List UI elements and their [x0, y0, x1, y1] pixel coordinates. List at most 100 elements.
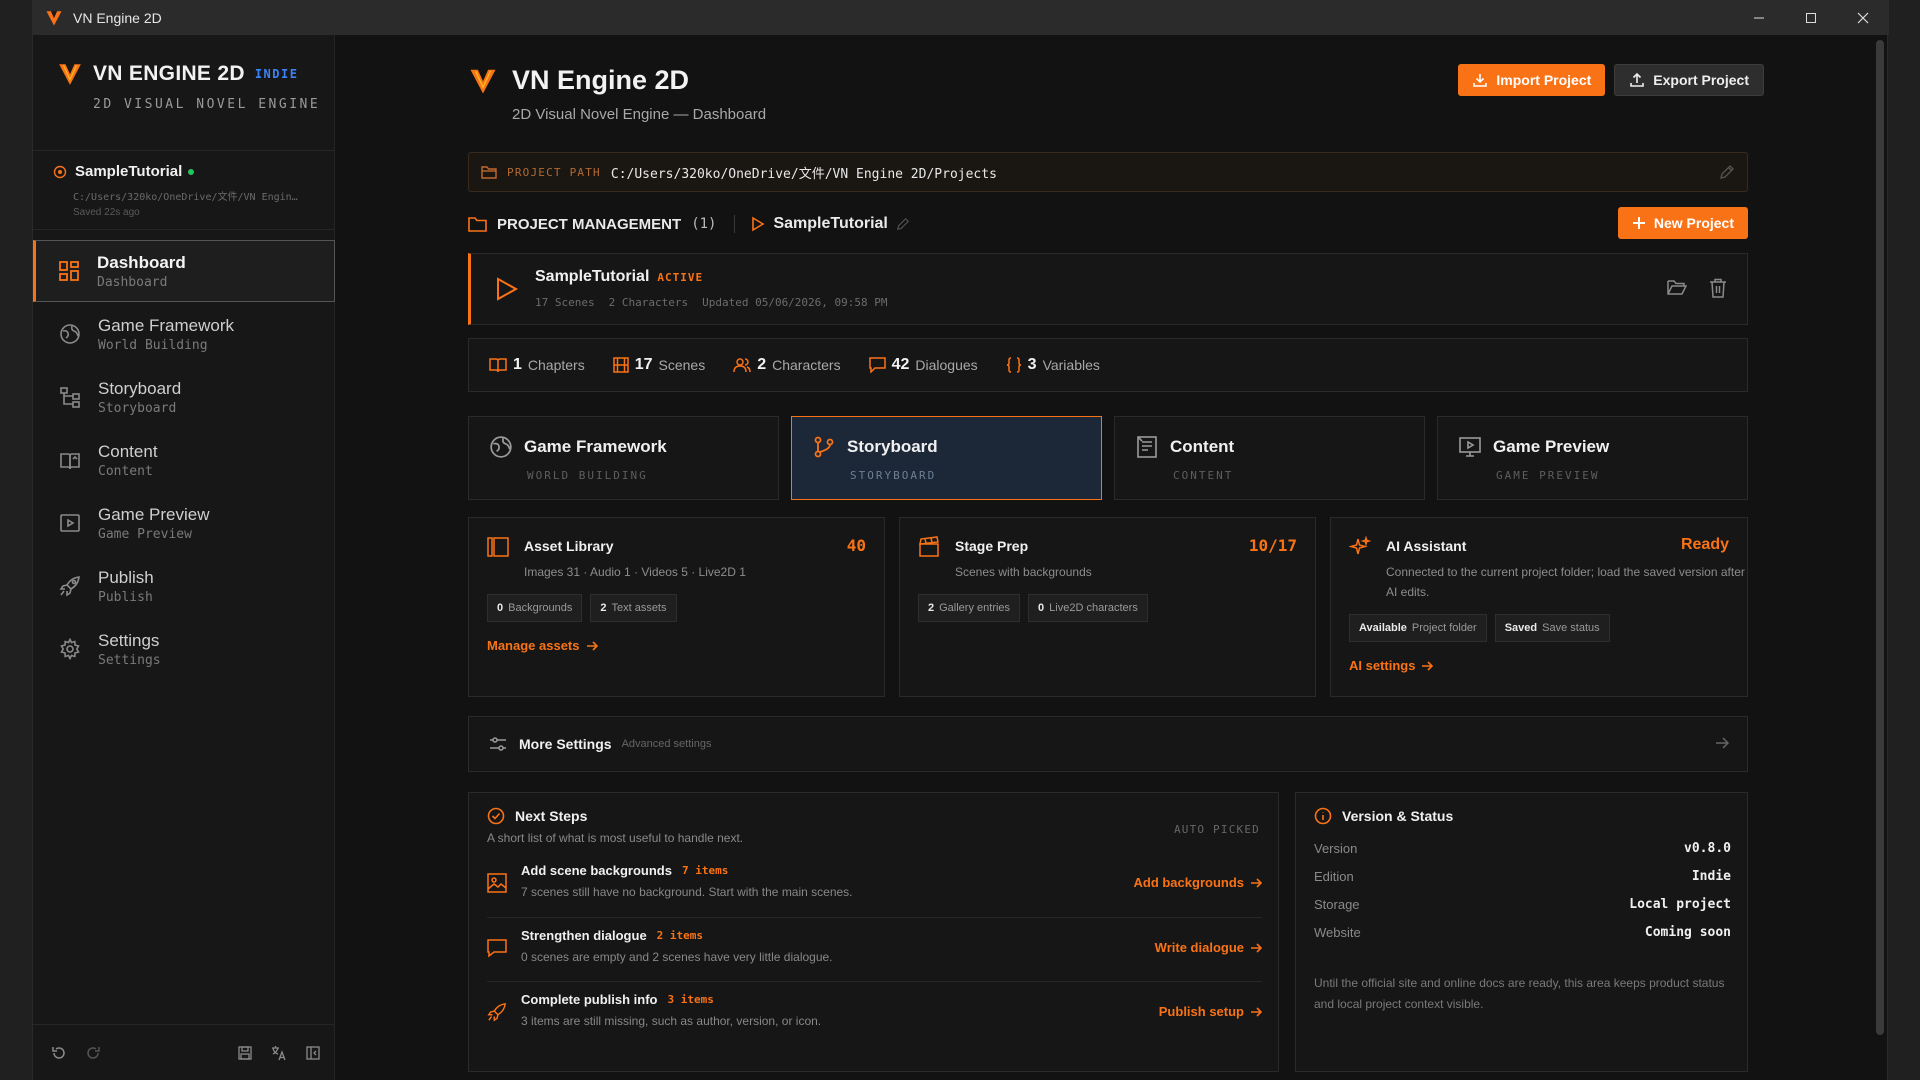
minimize-button[interactable]: [1733, 0, 1785, 35]
sidebar-item-settings[interactable]: Settings Settings: [33, 618, 335, 680]
stat-value: 42: [891, 356, 910, 373]
module-title: Game Preview: [1493, 437, 1610, 456]
sidebar-item-game-framework[interactable]: Game Framework World Building: [33, 303, 335, 365]
module-subtitle: CONTENT: [1173, 469, 1234, 482]
module-storyboard[interactable]: Storyboard STORYBOARD: [791, 416, 1102, 500]
chip-value: Saved: [1504, 622, 1538, 634]
edition-row: Edition Indie: [1314, 869, 1731, 884]
nav-sublabel: Dashboard: [97, 274, 168, 290]
new-project-button[interactable]: New Project: [1617, 207, 1748, 239]
project-count: (1): [691, 216, 717, 232]
arrow-right-icon: [1250, 877, 1262, 889]
stat-value: 2: [757, 356, 767, 373]
chat-icon: [487, 938, 507, 958]
users-icon: [733, 357, 751, 373]
project-management-title: PROJECT MANAGEMENT: [497, 215, 682, 233]
sidebar-item-publish[interactable]: Publish Publish: [33, 555, 335, 617]
project-card[interactable]: SampleTutorial ACTIVE 17 Scenes 2 Charac…: [468, 253, 1748, 325]
card-description: Scenes with backgrounds: [955, 565, 1092, 579]
arrow-right-icon: [586, 640, 598, 652]
publish-setup-link[interactable]: Publish setup: [1159, 1004, 1262, 1019]
row-key: Edition: [1314, 869, 1354, 884]
delete-icon[interactable]: [1709, 278, 1727, 298]
sidebar-footer: [33, 1024, 335, 1080]
card-value: 10/17: [1248, 536, 1297, 555]
save-icon[interactable]: [235, 1043, 255, 1063]
redo-icon[interactable]: [83, 1043, 103, 1063]
storage-row: Storage Local project: [1314, 897, 1731, 912]
arrow-right-icon: [1421, 660, 1434, 672]
stat-characters: 2 Characters: [733, 356, 841, 374]
sidebar: VN ENGINE 2D INDIE 2D VISUAL NOVEL ENGIN…: [33, 35, 335, 1080]
link-label: AI settings: [1349, 658, 1416, 673]
download-icon: [1472, 72, 1488, 88]
version-row: Version v0.8.0: [1314, 841, 1731, 856]
brand: VN ENGINE 2D INDIE 2D VISUAL NOVEL ENGIN…: [57, 61, 320, 112]
stage-prep-card: Stage Prep 10/17 Scenes with backgrounds…: [899, 517, 1316, 697]
document-icon: [1135, 435, 1159, 459]
step-description: 7 scenes still have no background. Start…: [521, 885, 853, 899]
nav-label: Content: [98, 441, 158, 461]
module-game-framework[interactable]: Game Framework WORLD BUILDING: [468, 416, 779, 500]
sidebar-item-content[interactable]: Content Content: [33, 429, 335, 491]
import-project-button[interactable]: Import Project: [1458, 64, 1606, 96]
chip-label: Backgrounds: [508, 602, 573, 614]
more-settings-subtitle: Advanced settings: [621, 738, 712, 750]
ai-status: Ready: [1680, 536, 1729, 553]
translate-icon[interactable]: [269, 1043, 289, 1063]
next-steps-description: A short list of what is most useful to h…: [487, 831, 744, 845]
maximize-button[interactable]: [1785, 0, 1837, 35]
current-project[interactable]: SampleTutorial C:/Users/320ko/OneDrive/文…: [33, 150, 335, 230]
close-button[interactable]: [1837, 0, 1889, 35]
write-dialogue-link[interactable]: Write dialogue: [1155, 940, 1262, 955]
header-actions: Import Project Export Project: [1458, 64, 1764, 96]
open-folder-icon[interactable]: [1667, 278, 1687, 298]
nav-sublabel: Publish: [98, 589, 153, 605]
braces-icon: [1006, 357, 1022, 373]
card-description: Connected to the current project folder;…: [1386, 565, 1745, 599]
step-title: Strengthen dialogue: [521, 928, 647, 943]
sidebar-item-storyboard[interactable]: Storyboard Storyboard: [33, 366, 335, 428]
upload-icon: [1629, 72, 1645, 88]
sidebar-item-dashboard[interactable]: Dashboard Dashboard: [33, 240, 335, 302]
scrollbar[interactable]: [1876, 40, 1884, 1035]
chip-row: 2 Gallery entries 0 Live2D characters: [918, 594, 1148, 622]
stat-value: 17: [634, 356, 653, 373]
more-settings-row[interactable]: More Settings Advanced settings: [468, 716, 1748, 772]
sidebar-nav: Dashboard Dashboard Game Framework World…: [33, 240, 335, 681]
sparkles-icon: [1349, 536, 1371, 558]
add-backgrounds-link[interactable]: Add backgrounds: [1133, 875, 1262, 890]
card-title: Asset Library: [524, 538, 614, 554]
play-icon[interactable]: [495, 276, 519, 302]
brand-title: VN ENGINE 2D: [93, 62, 245, 85]
row-key: Version: [1314, 841, 1358, 856]
link-label: Add backgrounds: [1133, 875, 1244, 890]
stat-scenes: 17 Scenes: [612, 356, 705, 374]
online-status-dot: [188, 168, 195, 175]
step-title: Complete publish info: [521, 992, 658, 1007]
brand-subtitle: 2D VISUAL NOVEL ENGINE: [93, 97, 321, 112]
collapse-panel-icon[interactable]: [303, 1043, 323, 1063]
active-badge: ACTIVE: [657, 270, 704, 284]
monitor-play-icon: [1458, 435, 1482, 459]
ai-settings-link[interactable]: AI settings: [1349, 658, 1434, 673]
module-content[interactable]: Content CONTENT: [1114, 416, 1425, 500]
rocket-icon: [56, 572, 84, 600]
chip-value: 2: [928, 602, 935, 614]
project-stats: 1 Chapters 17 Scenes 2 Characters 42 Dia…: [468, 338, 1748, 392]
project-management-bar: PROJECT MANAGEMENT (1) SampleTutorial Ne…: [468, 207, 1748, 241]
plus-icon: [1632, 216, 1646, 230]
edit-path-icon[interactable]: [1719, 164, 1735, 180]
arrow-right-icon: [1715, 736, 1729, 750]
sidebar-item-game-preview[interactable]: Game Preview Game Preview: [33, 492, 335, 554]
row-key: Storage: [1314, 897, 1360, 912]
module-game-preview[interactable]: Game Preview GAME PREVIEW: [1437, 416, 1748, 500]
module-subtitle: GAME PREVIEW: [1496, 469, 1600, 482]
export-project-button[interactable]: Export Project: [1614, 64, 1764, 96]
step-description: 3 items are still missing, such as autho…: [521, 1014, 822, 1028]
step-count: 3 items: [667, 993, 714, 1006]
undo-icon[interactable]: [49, 1043, 69, 1063]
row-value: Local project: [1629, 897, 1731, 912]
rename-project-icon[interactable]: [896, 217, 910, 231]
manage-assets-link[interactable]: Manage assets: [487, 638, 598, 653]
